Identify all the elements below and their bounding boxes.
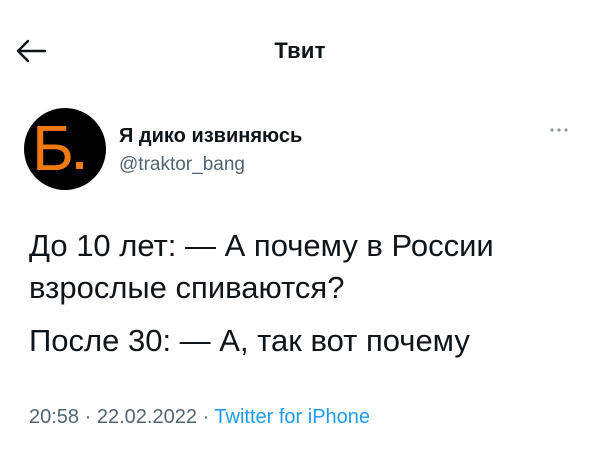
meta-separator: · [202, 406, 210, 428]
avatar-dot [76, 162, 83, 169]
tweet-date[interactable]: 22.02.2022 [97, 406, 197, 428]
avatar-letter: Б [32, 112, 74, 184]
tweet-time[interactable]: 20:58 [29, 406, 79, 428]
author-handle[interactable]: @traktor_bang [119, 154, 245, 176]
tweet-text: До 10 лет: — А почему в России взрослые … [29, 225, 589, 362]
tweet-line-1: До 10 лет: — А почему в России взрослые … [29, 228, 494, 305]
avatar[interactable]: Б [24, 108, 106, 190]
top-bar: Твит [0, 0, 600, 100]
more-options-button[interactable] [546, 122, 576, 138]
tweet-source-link[interactable]: Twitter for iPhone [214, 406, 370, 428]
tweet-author: Б Я дико извиняюсь @traktor_bang [0, 108, 600, 198]
page-title: Твит [274, 38, 326, 63]
author-display-name[interactable]: Я дико извиняюсь [119, 125, 302, 148]
tweet-meta: 20:58 · 22.02.2022 · Twitter for iPhone [29, 406, 370, 429]
more-horizontal-icon [550, 128, 568, 132]
tweet-line-2: После 30: — А, так вот почему [29, 323, 470, 358]
meta-separator: · [84, 406, 92, 428]
